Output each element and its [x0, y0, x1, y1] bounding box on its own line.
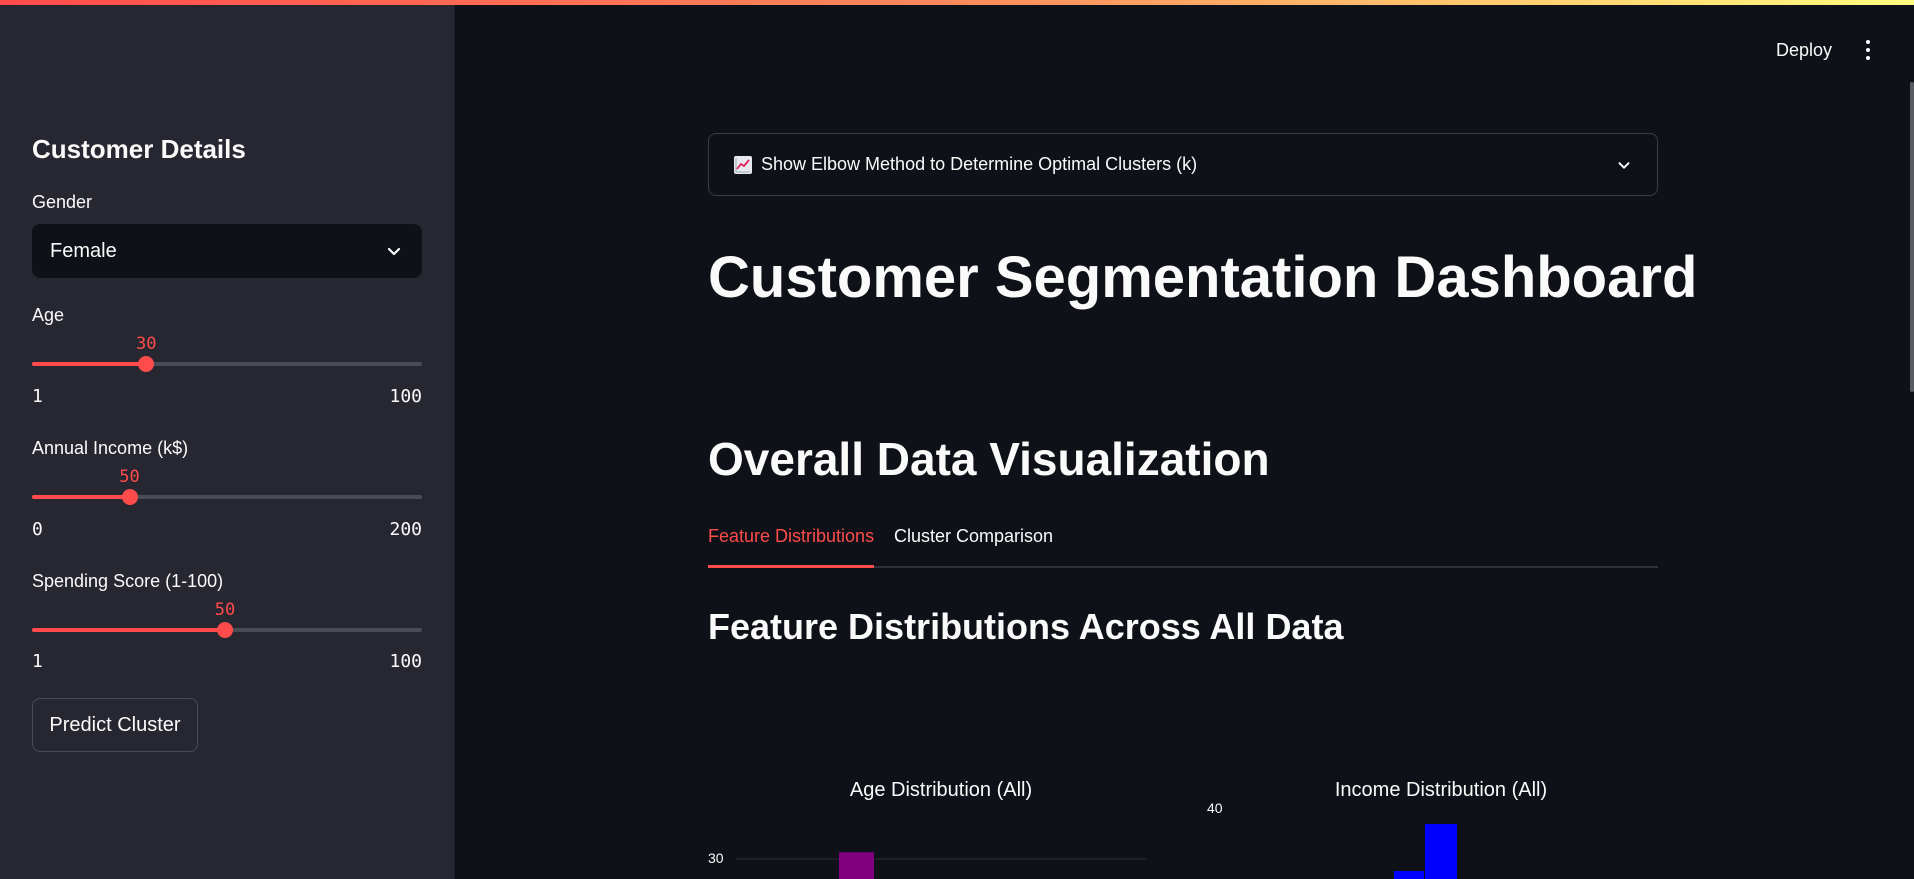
tab-bar: Feature Distributions Cluster Comparison: [708, 526, 1658, 568]
distribution-charts: [736, 824, 1457, 879]
age-slider-value: 30: [136, 334, 157, 354]
sidebar: Customer Details Gender Female Age 30 1 …: [0, 0, 455, 879]
income-bars: [1394, 824, 1457, 879]
page-title: Customer Segmentation Dashboard: [708, 245, 1698, 310]
spending-min: 1: [32, 651, 43, 672]
deploy-button[interactable]: Deploy: [1776, 40, 1832, 61]
age-label: Age: [32, 305, 65, 325]
income-bar: [1394, 871, 1424, 879]
age-bar: [839, 852, 874, 879]
slider-fill: [32, 628, 226, 632]
slider-fill: [32, 495, 130, 499]
chart-increasing-icon: [734, 155, 752, 174]
income-chart-title: Income Distribution (All): [1334, 779, 1548, 801]
income-range: 0 200: [32, 519, 422, 540]
slider-fill: [32, 362, 147, 366]
scrollbar[interactable]: [1910, 82, 1914, 392]
chevron-down-icon: [1618, 161, 1630, 169]
spending-max: 100: [389, 651, 422, 672]
kebab-menu-icon[interactable]: [1858, 40, 1878, 62]
subsection-title: Feature Distributions Across All Data: [708, 606, 1344, 647]
age-max: 100: [389, 386, 422, 407]
slider-thumb[interactable]: [138, 356, 155, 372]
gender-label: Gender: [32, 192, 93, 212]
expander-label: Show Elbow Method to Determine Optimal C…: [761, 154, 1198, 174]
elbow-method-expander[interactable]: Show Elbow Method to Determine Optimal C…: [708, 133, 1658, 196]
spending-label: Spending Score (1-100): [32, 571, 224, 591]
slider-thumb[interactable]: [121, 489, 138, 505]
gender-select-value: Female: [50, 239, 117, 262]
income-slider-value: 50: [119, 467, 140, 487]
age-range: 1 100: [32, 386, 422, 407]
predict-cluster-button[interactable]: Predict Cluster: [32, 698, 198, 752]
income-bar: [1425, 824, 1457, 879]
age-slider[interactable]: 30: [32, 334, 422, 394]
spending-slider-value: 50: [214, 600, 236, 620]
gender-select[interactable]: Female: [32, 224, 422, 278]
tab-feature-distributions[interactable]: Feature Distributions: [708, 526, 875, 568]
income-label: Annual Income (k$): [32, 438, 189, 458]
age-bars: [839, 852, 874, 879]
top-decoration-bar: [0, 0, 1914, 5]
age-min: 1: [32, 386, 43, 407]
income-min: 0: [32, 519, 43, 540]
income-slider[interactable]: 50: [32, 467, 422, 527]
income-max: 200: [389, 519, 422, 540]
spending-range: 1 100: [32, 651, 422, 672]
sidebar-title: Customer Details: [32, 134, 246, 164]
slider-thumb[interactable]: [217, 622, 234, 638]
section-title: Overall Data Visualization: [708, 433, 1270, 485]
tab-cluster-comparison[interactable]: Cluster Comparison: [894, 526, 1053, 566]
age-chart-title: Age Distribution (All): [849, 779, 1033, 801]
chevron-down-icon: [387, 247, 401, 256]
